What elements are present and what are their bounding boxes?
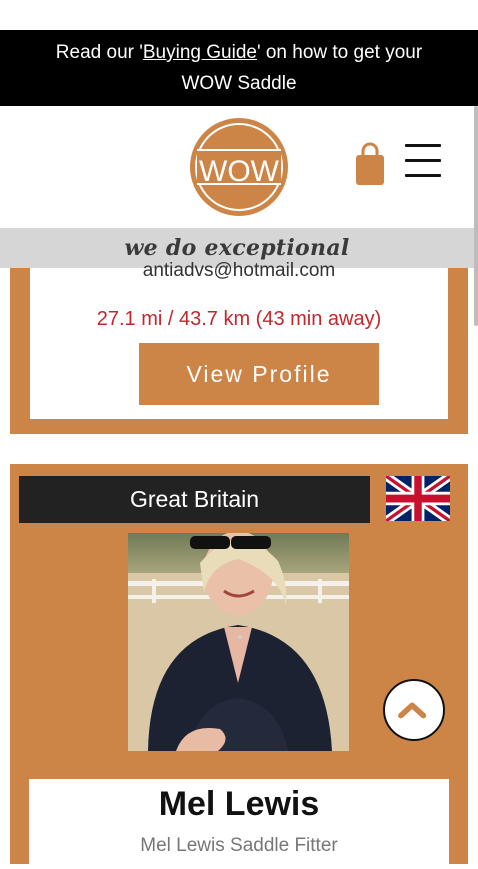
hamburger-menu-icon[interactable] — [405, 144, 441, 178]
buying-guide-link[interactable]: Buying Guide — [143, 42, 257, 63]
wow-logo[interactable]: WOW — [187, 115, 291, 219]
promo-banner: Read our 'Buying Guide' on how to get yo… — [0, 30, 478, 106]
fitter-photo — [128, 533, 349, 751]
fitter-name-card: Mel Lewis Mel Lewis Saddle Fitter — [29, 779, 449, 869]
shopping-bag-icon[interactable] — [354, 142, 386, 186]
fitter-card: Great Britain Mel Lewis Mel Lewis Saddle… — [10, 464, 468, 869]
promo-middle: ' on how to get your — [256, 42, 423, 63]
view-profile-button[interactable]: View Profile — [139, 343, 379, 405]
logo-text: WOW — [199, 155, 280, 188]
site-header: WOW — [0, 106, 474, 228]
union-jack-flag-icon — [386, 476, 450, 521]
chevron-up-icon — [398, 702, 427, 719]
fitter-card-previous-inner: antiadvs@hotmail.com 27.1 mi / 43.7 km (… — [30, 260, 448, 419]
scroll-to-top-button[interactable] — [383, 679, 445, 741]
scrollbar[interactable] — [474, 106, 478, 326]
status-strip — [0, 0, 478, 30]
fitter-name: Mel Lewis — [158, 785, 320, 823]
promo-prefix: Read our ' — [55, 42, 143, 63]
promo-line-1: Read our 'Buying Guide' on how to get yo… — [0, 37, 478, 68]
country-label: Great Britain — [19, 476, 370, 523]
fitter-card-previous: antiadvs@hotmail.com 27.1 mi / 43.7 km (… — [10, 260, 468, 434]
fitter-subtitle: Mel Lewis Saddle Fitter — [140, 835, 338, 856]
fitter-distance: 27.1 mi / 43.7 km (43 min away) — [96, 308, 382, 330]
promo-line-2: WOW Saddle — [181, 73, 297, 94]
fitter-email[interactable]: antiadvs@hotmail.com — [30, 260, 448, 282]
